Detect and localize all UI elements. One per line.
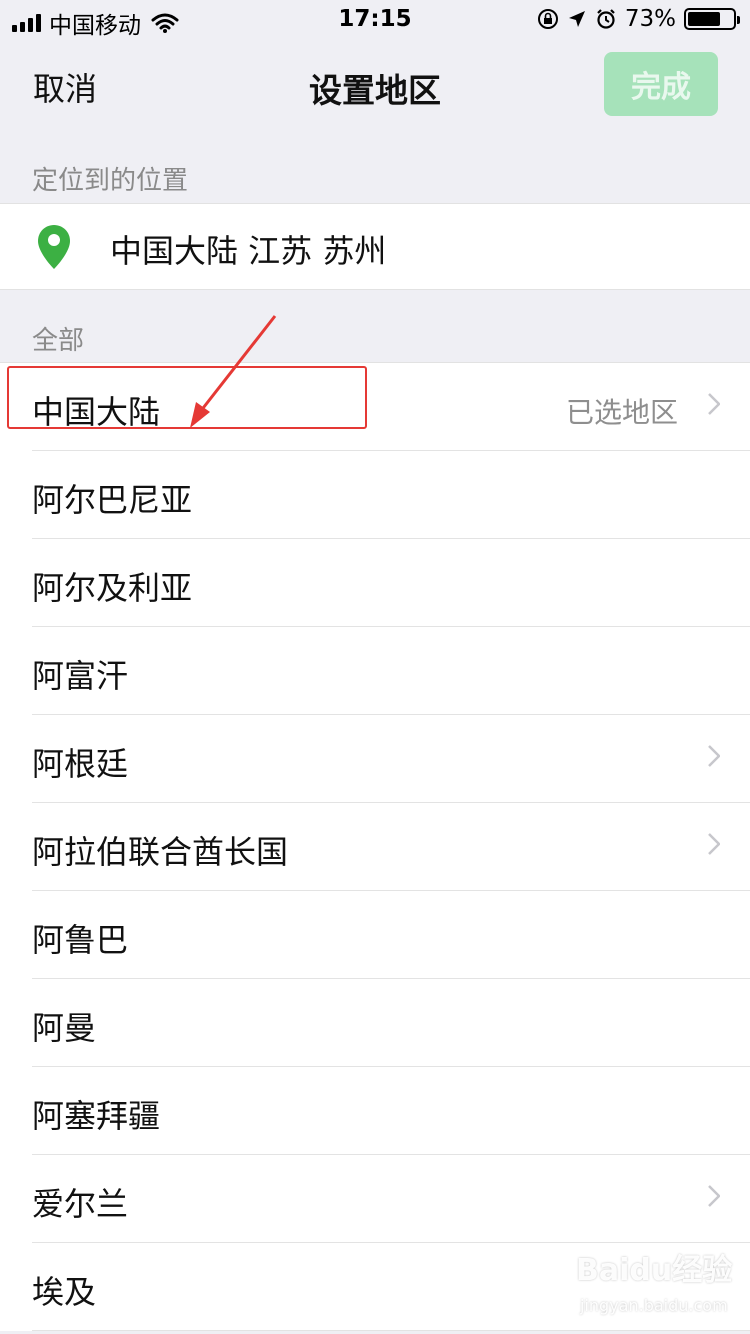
nav-bar: 取消 设置地区 完成	[0, 40, 750, 130]
chevron-right-icon	[708, 393, 720, 415]
chevron-right-icon	[708, 1185, 720, 1207]
region-label: 阿尔及利亚	[32, 569, 193, 607]
chevron-right-icon	[708, 833, 720, 855]
region-label: 阿拉伯联合酋长国	[32, 833, 289, 871]
region-label: 阿富汗	[32, 657, 129, 695]
battery-fill	[688, 12, 721, 26]
battery-icon	[684, 8, 740, 30]
region-row[interactable]: 阿富汗	[0, 627, 750, 715]
region-list: 中国大陆 已选地区阿尔巴尼亚阿尔及利亚阿富汗阿根廷阿拉伯联合酋长国 阿鲁巴阿曼阿塞拜…	[0, 362, 750, 1331]
region-row[interactable]: 阿根廷	[0, 715, 750, 803]
chevron-right-icon	[708, 745, 720, 767]
region-label: 阿根廷	[32, 745, 129, 783]
region-label: 阿曼	[32, 1009, 97, 1047]
region-row[interactable]: 爱尔兰	[0, 1155, 750, 1243]
region-row[interactable]: 阿尔巴尼亚	[0, 451, 750, 539]
region-label: 阿尔巴尼亚	[32, 481, 193, 519]
watermark-url: jingyan.baidu.com	[580, 1296, 728, 1315]
status-bar: 中国移动 17:15 73%	[0, 0, 750, 40]
orientation-lock-icon	[537, 9, 558, 29]
done-button[interactable]: 完成	[604, 52, 718, 116]
location-arrow-icon	[568, 11, 585, 27]
location-pin-icon	[38, 225, 70, 269]
region-label: 爱尔兰	[32, 1185, 129, 1223]
alarm-icon	[597, 9, 615, 29]
watermark-logo: Baidu经验	[576, 1253, 733, 1288]
region-label: 阿塞拜疆	[32, 1097, 161, 1135]
located-section-header: 定位到的位置	[32, 166, 189, 196]
region-label: 阿鲁巴	[32, 921, 129, 959]
status-right: 73%	[537, 6, 740, 32]
region-label: 中国大陆	[32, 393, 161, 431]
all-section-header: 全部	[32, 326, 85, 356]
region-row[interactable]: 中国大陆 已选地区	[0, 363, 750, 451]
battery-percent: 73%	[624, 6, 676, 32]
located-location-label: 中国大陆 江苏 苏州	[110, 232, 387, 270]
region-row[interactable]: 阿尔及利亚	[0, 539, 750, 627]
selected-region-note: 已选地区	[565, 396, 678, 429]
region-row[interactable]: 阿拉伯联合酋长国	[0, 803, 750, 891]
located-location-row[interactable]: 中国大陆 江苏 苏州	[0, 203, 750, 290]
region-label: 埃及	[32, 1273, 97, 1311]
region-row[interactable]: 阿鲁巴	[0, 891, 750, 979]
region-row[interactable]: 阿塞拜疆	[0, 1067, 750, 1155]
region-row[interactable]: 阿曼	[0, 979, 750, 1067]
